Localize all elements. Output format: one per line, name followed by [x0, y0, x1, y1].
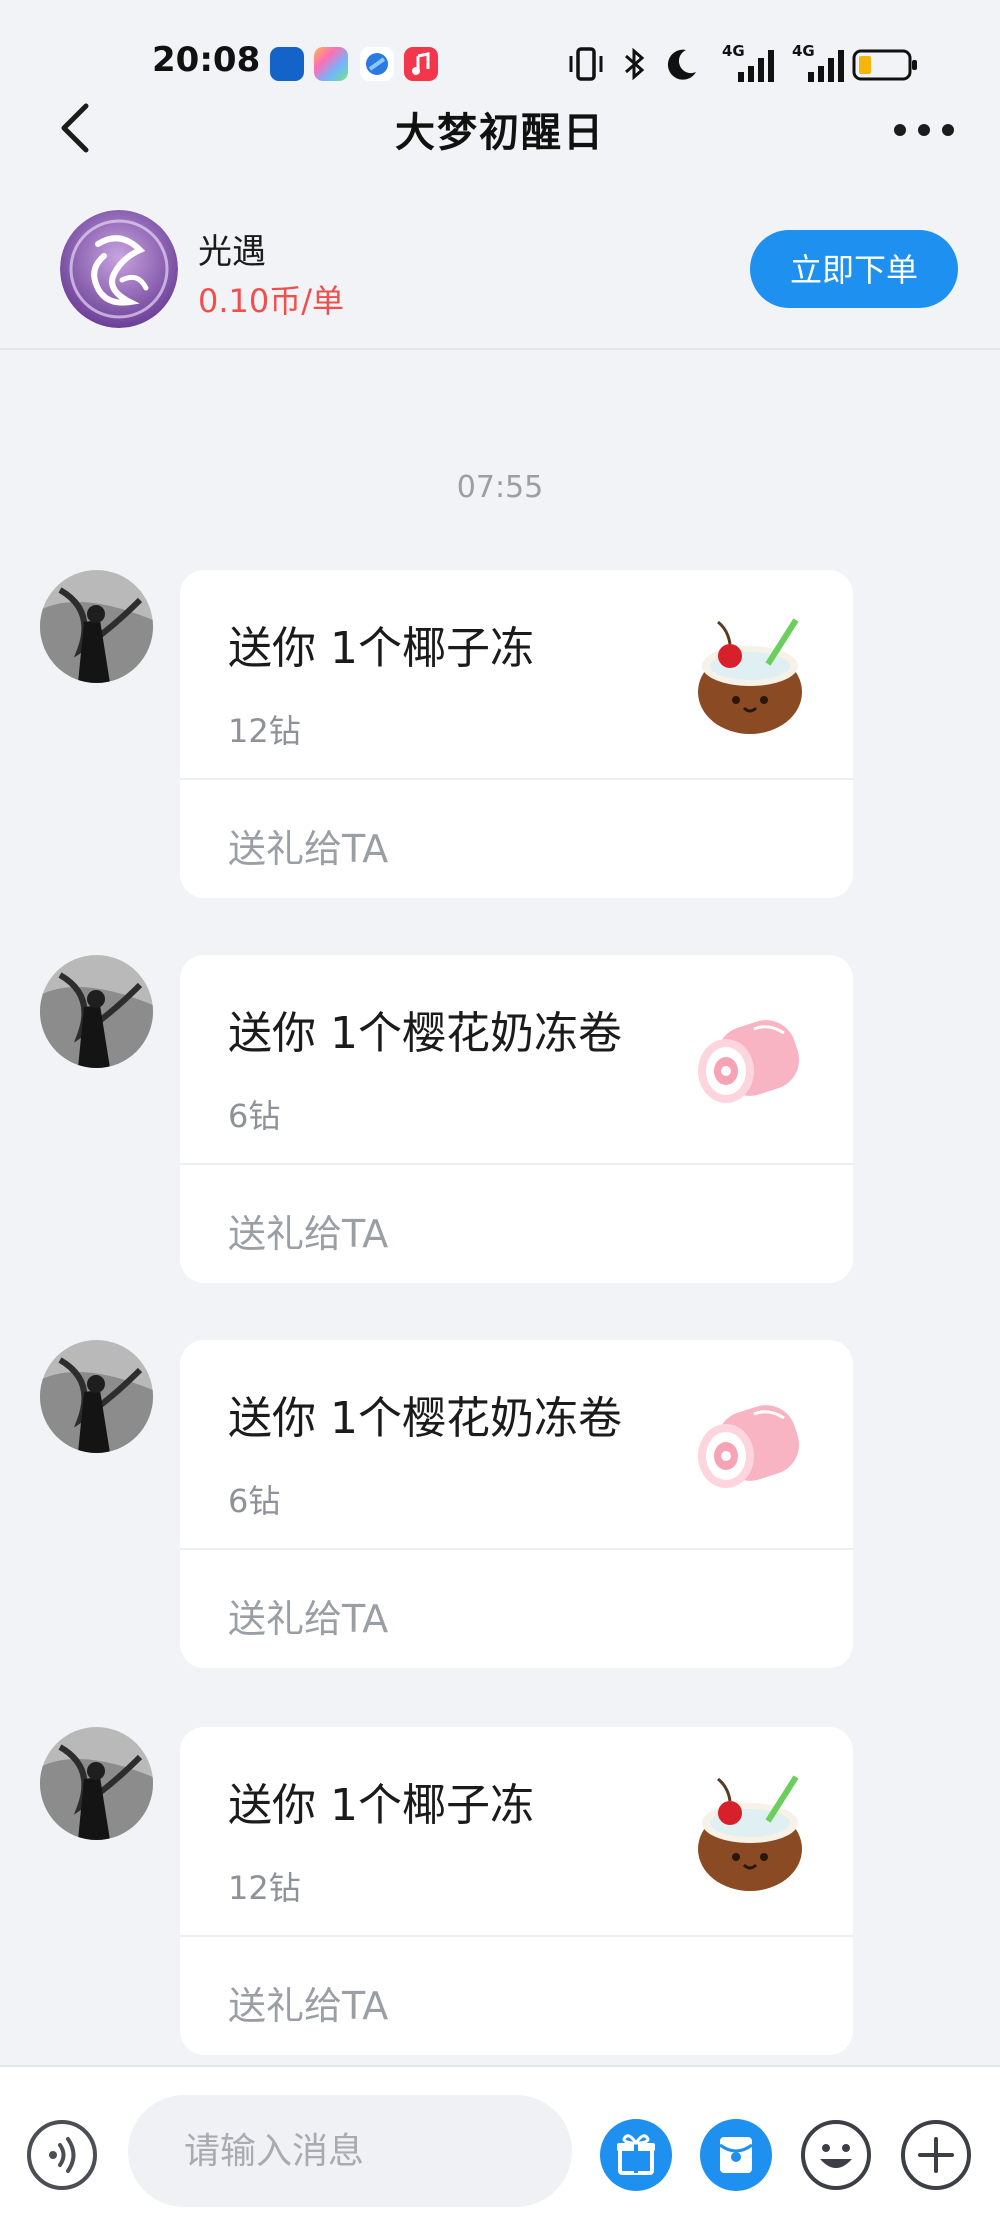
- music-notification-icon: [404, 47, 438, 81]
- send-gift-link[interactable]: 送礼给TA: [228, 1588, 388, 1643]
- more-dots-icon: [894, 124, 954, 136]
- emoji-icon: [801, 2120, 871, 2190]
- sender-avatar[interactable]: [40, 1340, 153, 1453]
- gift-message-title: 送你 1个椰子冻: [228, 623, 534, 674]
- gift-message-title: 送你 1个樱花奶冻卷: [228, 1008, 622, 1059]
- signal-icon-1: 4G: [720, 42, 782, 88]
- gallery-notification-icon: [314, 47, 348, 81]
- more-button[interactable]: [890, 110, 960, 150]
- card-divider: [180, 1548, 853, 1550]
- sender-avatar[interactable]: [40, 955, 153, 1068]
- coconut-jelly-icon: [698, 618, 802, 734]
- bluetooth-icon: [620, 46, 648, 86]
- signal-icon-2: 4G: [790, 42, 852, 88]
- battery-icon: [852, 48, 918, 86]
- sender-avatar[interactable]: [40, 570, 153, 683]
- chat-timestamp: 07:55: [456, 470, 544, 505]
- voice-button[interactable]: [26, 2119, 98, 2191]
- sakura-roll-icon: [698, 1020, 800, 1103]
- gift-price: 6钻: [228, 1482, 281, 1520]
- send-gift-link[interactable]: 送礼给TA: [228, 818, 388, 873]
- gift-message-card: 送你 1个樱花奶冻卷 6钻 送礼给TA: [180, 1340, 853, 1668]
- gift-message-title: 送你 1个椰子冻: [228, 1780, 534, 1831]
- red-packet-button[interactable]: [700, 2119, 772, 2191]
- svg-text:4G: 4G: [722, 42, 745, 60]
- page-title: 大梦初醒日: [395, 110, 605, 156]
- gift-message-title: 送你 1个樱花奶冻卷: [228, 1393, 622, 1444]
- plus-button[interactable]: [900, 2119, 972, 2191]
- send-gift-link[interactable]: 送礼给TA: [228, 1975, 388, 2030]
- moon-icon: [662, 46, 700, 88]
- card-divider: [180, 1935, 853, 1937]
- browser-notification-icon: [360, 47, 394, 81]
- message-input[interactable]: [128, 2095, 572, 2207]
- gift-icon: [600, 2119, 672, 2191]
- app-notification-icon: [270, 47, 304, 81]
- gift-button[interactable]: [600, 2119, 672, 2191]
- sender-avatar[interactable]: [40, 1727, 153, 1840]
- shop-avatar[interactable]: [60, 210, 178, 328]
- gift-message-card: 送你 1个椰子冻 12钻 送礼给TA: [180, 1727, 853, 2055]
- shop-logo-icon: [60, 210, 178, 328]
- gift-price: 12钻: [228, 1869, 301, 1907]
- emoji-button[interactable]: [800, 2119, 872, 2191]
- message-input-bar: [0, 2065, 1000, 2235]
- gift-message-card: 送你 1个樱花奶冻卷 6钻 送礼给TA: [180, 955, 853, 1283]
- shop-price: 0.10币/单: [198, 282, 345, 320]
- shop-header: 光遇 0.10币/单 立即下单: [0, 200, 1000, 350]
- status-bar: 20:08 4G 4G: [0, 0, 1000, 110]
- plus-icon: [901, 2120, 971, 2190]
- card-divider: [180, 1163, 853, 1165]
- voice-icon: [27, 2120, 97, 2190]
- vibrate-icon: [566, 46, 606, 86]
- coconut-jelly-icon: [698, 1775, 802, 1891]
- gift-price: 6钻: [228, 1097, 281, 1135]
- order-now-button[interactable]: 立即下单: [750, 230, 958, 308]
- red-packet-icon: [700, 2119, 772, 2191]
- status-time: 20:08: [152, 40, 261, 80]
- svg-text:4G: 4G: [792, 42, 815, 60]
- card-divider: [180, 778, 853, 780]
- send-gift-link[interactable]: 送礼给TA: [228, 1203, 388, 1258]
- sakura-roll-icon: [698, 1405, 800, 1488]
- gift-message-card: 送你 1个椰子冻 12钻 送礼给TA: [180, 570, 853, 898]
- shop-name: 光遇: [198, 232, 266, 272]
- gift-price: 12钻: [228, 712, 301, 750]
